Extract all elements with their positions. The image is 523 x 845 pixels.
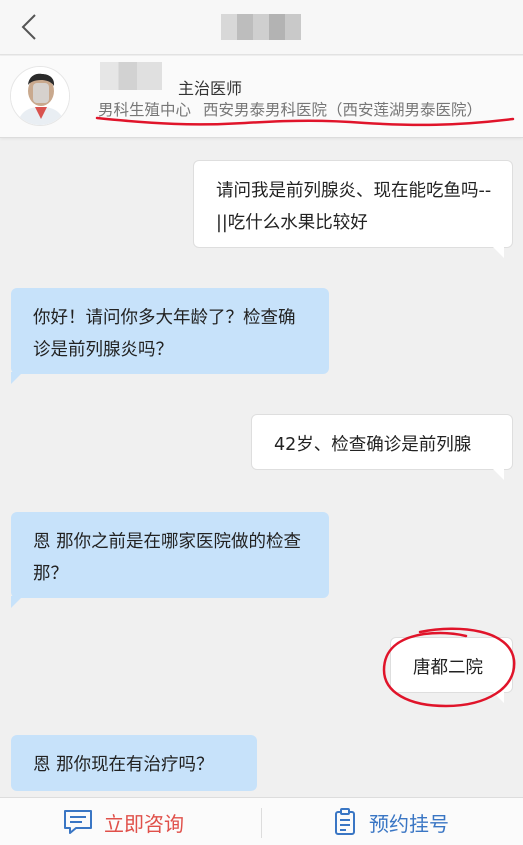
top-nav-bar [0,0,523,55]
doctor-department: 男科生殖中心 [98,101,192,119]
book-appointment-button[interactable]: 预约挂号 [333,798,449,845]
page-title [221,14,301,40]
message-text: 请问我是前列腺炎、现在能吃鱼吗--||吃什么水果比较好 [216,181,492,233]
consult-now-label: 立即咨询 [104,811,184,836]
doctor-card[interactable]: 主治医师 男科生殖中心 西安男泰男科医院（西安莲湖男泰医院） [0,56,523,138]
bottom-divider [261,808,262,838]
message-text: 你好！请问你多大年龄了？检查确诊是前列腺炎吗？ [33,308,296,360]
chat-message-outgoing: 请问我是前列腺炎、现在能吃鱼吗--||吃什么水果比较好 [193,160,513,258]
back-button[interactable] [12,10,46,44]
doctor-avatar [10,66,70,126]
chat-message-incoming: 恩 那你之前是在哪家医院做的检查那？ [11,512,329,608]
bottom-action-bar: 立即咨询 预约挂号 [0,797,523,845]
chevron-left-icon [21,14,36,40]
message-text: 恩 那你现在有治疗吗？ [33,755,214,775]
consult-now-button[interactable]: 立即咨询 [62,798,184,845]
message-text: 恩 那你之前是在哪家医院做的检查那？ [33,532,302,584]
clipboard-icon [335,808,355,835]
chat-message-incoming: 恩 那你现在有治疗吗？ [11,735,257,791]
doctor-affiliation: 男科生殖中心 西安男泰男科医院（西安莲湖男泰医院） [98,98,482,120]
chat-message-outgoing: 唐都二院 [390,637,513,703]
message-text: 42岁、检查确诊是前列腺 [274,435,472,455]
doctor-name-blurred [100,62,162,90]
chat-icon [64,810,92,834]
message-text: 唐都二院 [413,658,483,678]
doctor-hospital: 西安男泰男科医院（西安莲湖男泰医院） [203,101,483,119]
chat-message-incoming: 你好！请问你多大年龄了？检查确诊是前列腺炎吗？ [11,288,329,384]
book-appointment-label: 预约挂号 [369,811,449,836]
chat-message-outgoing: 42岁、检查确诊是前列腺 [251,414,513,480]
doctor-title: 主治医师 [178,79,243,98]
